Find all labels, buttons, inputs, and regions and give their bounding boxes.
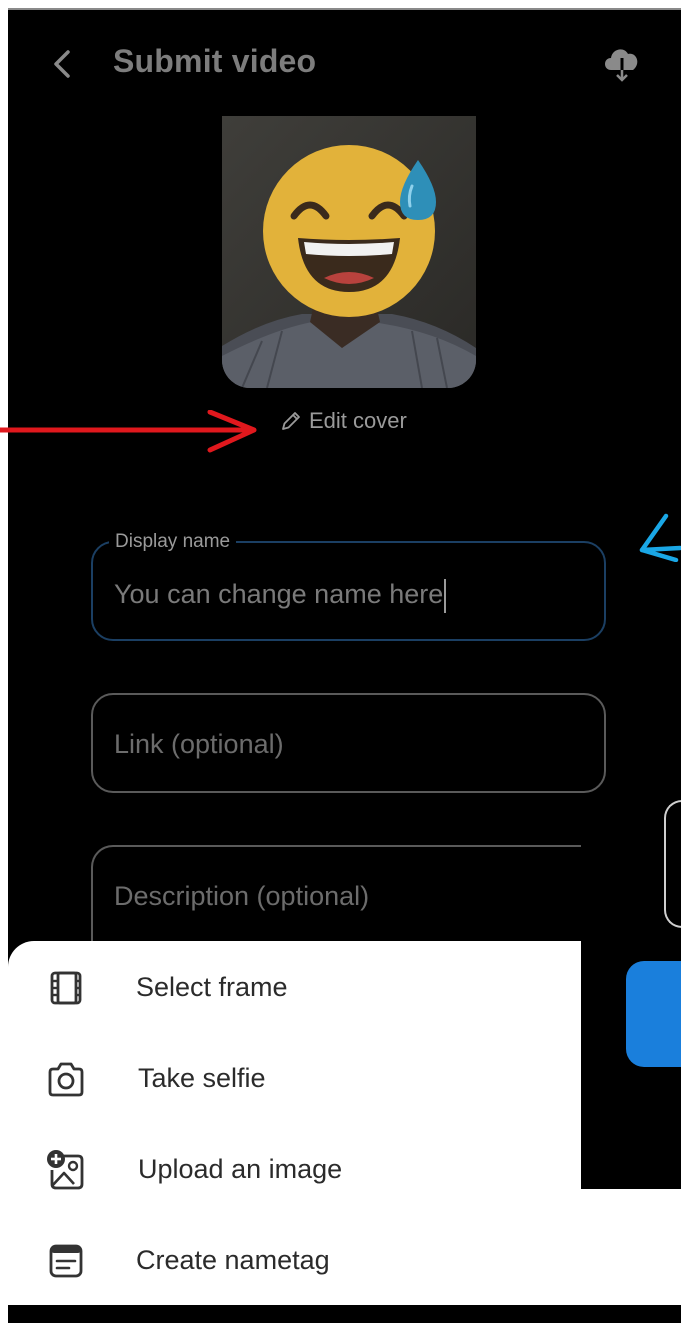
- screen: Submit video Edit cover Display name You…: [0, 0, 681, 1323]
- menu-item-label: Select frame: [136, 972, 288, 1002]
- cloud-download-icon[interactable]: [600, 40, 644, 84]
- link-field[interactable]: Link (optional): [91, 693, 606, 793]
- film-icon: [50, 971, 82, 1005]
- cover-options-sheet-lower: [8, 1189, 681, 1305]
- display-name-legend: Display name: [109, 531, 237, 553]
- camera-icon: [48, 1062, 84, 1097]
- display-name-value: You can change name here: [114, 579, 447, 613]
- cover-options-sheet: [8, 941, 581, 1189]
- edit-cover-label: Edit cover: [309, 408, 407, 433]
- chevron-left-icon[interactable]: [50, 44, 74, 84]
- pencil-icon: [282, 412, 300, 430]
- description-placeholder: Description (optional): [114, 881, 370, 911]
- side-panel-outline: [664, 800, 681, 928]
- page-title: Submit video: [113, 43, 317, 79]
- nametag-icon: [49, 1244, 83, 1278]
- cover-image: [222, 116, 476, 388]
- red-arrow-annotation: [0, 410, 257, 453]
- add-image-icon: [47, 1150, 84, 1190]
- menu-item-label: Take selfie: [138, 1063, 266, 1093]
- blue-arrow-annotation: [639, 513, 681, 562]
- text-caret: [444, 579, 447, 613]
- submit-button[interactable]: [626, 961, 681, 1067]
- menu-item-label: Create nametag: [136, 1245, 330, 1275]
- divider: [8, 8, 681, 10]
- link-placeholder: Link (optional): [114, 729, 284, 759]
- video-cover-thumbnail[interactable]: [222, 116, 476, 388]
- navigation-bar: [8, 1305, 681, 1323]
- edit-cover-button[interactable]: Edit cover: [279, 408, 407, 434]
- display-name-field[interactable]: Display name You can change name here: [91, 531, 606, 641]
- menu-item-label: Upload an image: [138, 1154, 343, 1184]
